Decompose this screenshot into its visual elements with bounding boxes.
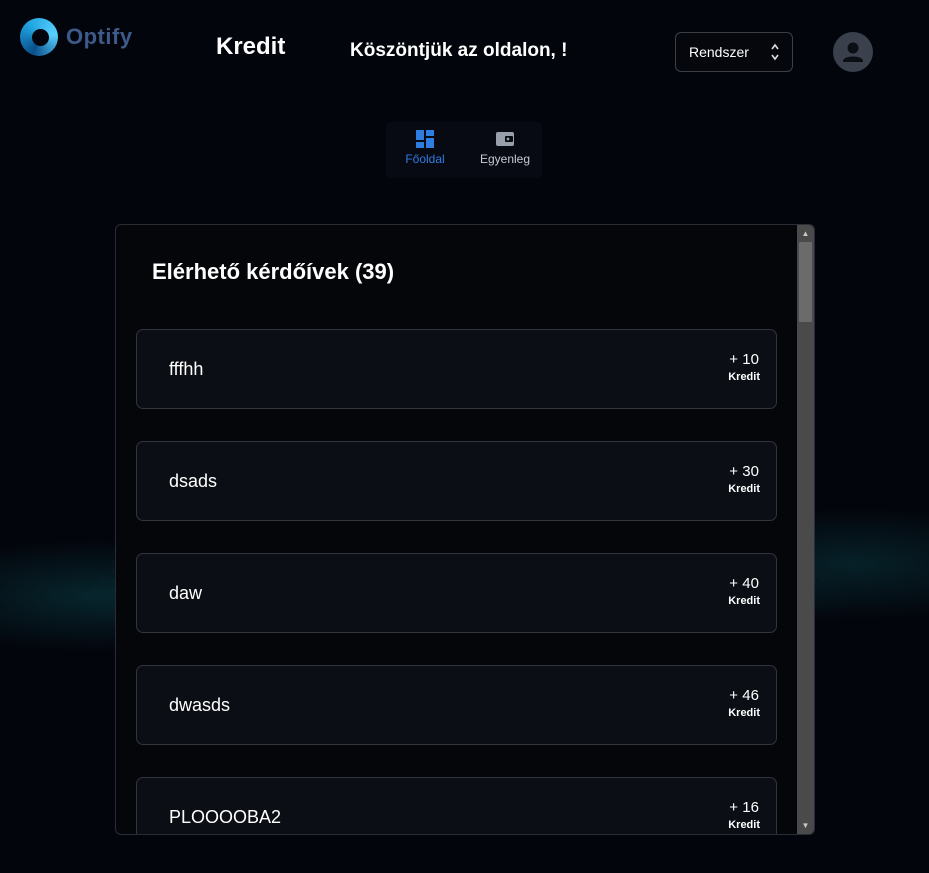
reward-unit: Kredit — [728, 819, 760, 831]
reward-unit: Kredit — [728, 483, 760, 495]
system-select[interactable]: Rendszer — [675, 32, 793, 72]
wallet-icon — [496, 132, 514, 146]
scroll-up-arrow-icon[interactable]: ▲ — [797, 225, 814, 242]
scroll-thumb[interactable] — [799, 242, 812, 322]
survey-card[interactable]: PLOOOOBA2 + 16 Kredit — [136, 777, 777, 834]
reward-unit: Kredit — [728, 371, 760, 383]
survey-name: fffhh — [169, 359, 204, 379]
survey-panel: Elérhető kérdőívek (39) fffhh + 10 Kredi… — [115, 224, 815, 835]
survey-name: dwasds — [169, 695, 231, 715]
reward-amount: + 16 — [729, 799, 759, 816]
survey-card[interactable]: dwasds + 46 Kredit — [136, 665, 777, 745]
scroll-down-arrow-icon[interactable]: ▼ — [797, 817, 814, 834]
survey-reward: + 30 Kredit — [728, 463, 760, 495]
reward-unit: Kredit — [728, 707, 760, 719]
dashboard-icon — [416, 130, 434, 148]
survey-card[interactable]: dsads + 30 Kredit — [136, 441, 777, 521]
survey-reward: + 10 Kredit — [728, 351, 760, 383]
main-nav: Főoldal Egyenleg — [386, 122, 542, 178]
system-select-value: Rendszer — [689, 44, 749, 60]
survey-card[interactable]: daw + 40 Kredit — [136, 553, 777, 633]
survey-card[interactable]: fffhh + 10 Kredit — [136, 329, 777, 409]
survey-list: fffhh + 10 Kredit dsads + 30 Kredit daw … — [136, 329, 777, 834]
user-avatar-button[interactable] — [833, 32, 873, 72]
reward-amount: + 10 — [729, 351, 759, 368]
optify-logo-icon — [20, 18, 58, 56]
up-down-chevron-icon — [770, 42, 780, 65]
survey-name: daw — [169, 583, 203, 603]
nav-item-home[interactable]: Főoldal — [400, 130, 450, 166]
reward-amount: + 30 — [729, 463, 759, 480]
survey-reward: + 46 Kredit — [728, 687, 760, 719]
user-icon — [843, 42, 863, 62]
panel-title: Elérhető kérdőívek (39) — [152, 259, 395, 284]
reward-unit: Kredit — [728, 595, 760, 607]
survey-reward: + 40 Kredit — [728, 575, 760, 607]
reward-amount: + 46 — [729, 687, 759, 704]
nav-item-label: Főoldal — [405, 152, 445, 166]
survey-reward: + 16 Kredit — [728, 799, 760, 831]
panel-scrollbar[interactable]: ▲ ▼ — [797, 225, 814, 834]
reward-amount: + 40 — [729, 575, 759, 592]
survey-name: dsads — [169, 471, 218, 491]
nav-item-balance[interactable]: Egyenleg — [474, 130, 536, 166]
survey-name: PLOOOOBA2 — [169, 807, 282, 827]
brand-name: Optify — [66, 24, 133, 49]
welcome-message: Köszöntjük az oldalon, ! — [350, 40, 568, 61]
page-title: Kredit — [216, 33, 286, 60]
brand-logo[interactable]: Optify — [20, 18, 133, 56]
nav-item-label: Egyenleg — [479, 152, 531, 166]
